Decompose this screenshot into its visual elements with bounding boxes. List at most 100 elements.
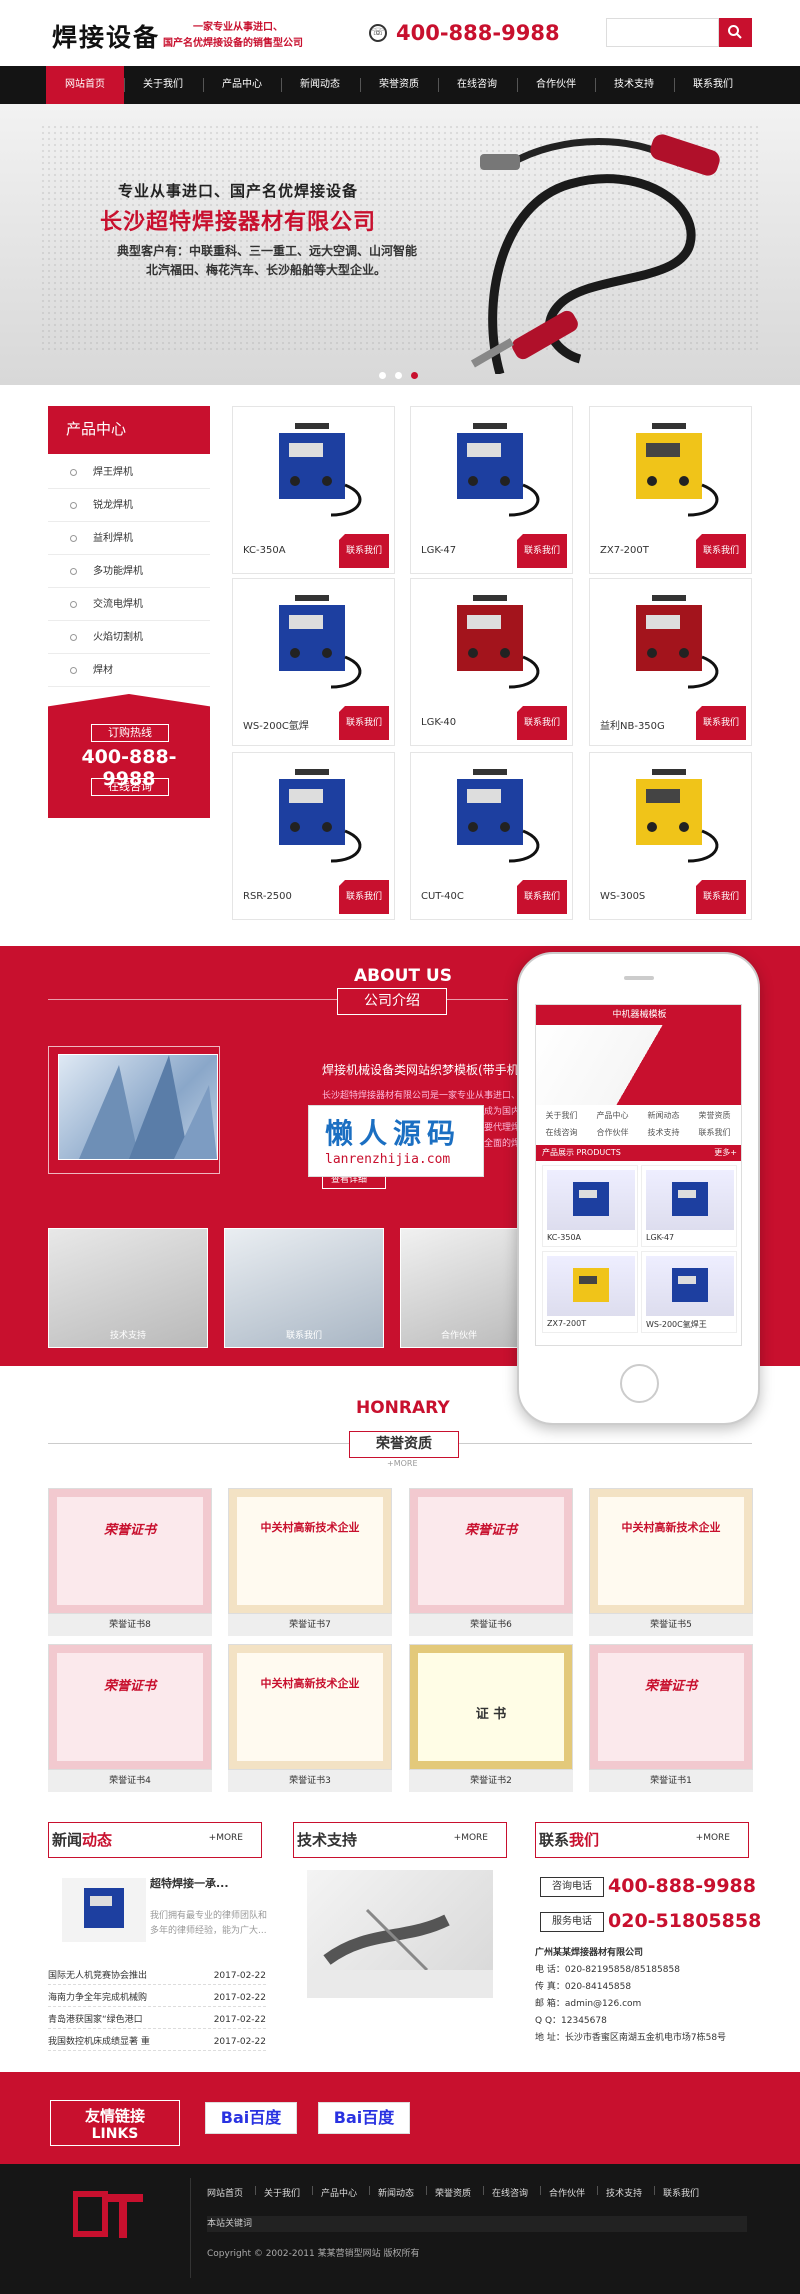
mobile-nav-item[interactable]: 关于我们 — [536, 1110, 587, 1121]
contact-us-button[interactable]: 联系我们 — [696, 534, 746, 568]
footer-nav-link[interactable]: 联系我们 — [663, 2186, 699, 2199]
nav-contact[interactable]: 联系我们 — [674, 66, 752, 104]
certificate-card[interactable]: 荣誉证书 荣誉证书6 — [409, 1488, 573, 1636]
mobile-product[interactable]: LGK-47 — [641, 1165, 737, 1247]
search-input[interactable] — [606, 18, 719, 47]
news-item-title: 我国数控机床成绩显著 重 — [48, 2037, 150, 2047]
contact-us-button[interactable]: 联系我们 — [517, 706, 567, 740]
news-item[interactable]: 国际无人机竞赛协会推出 2017-02-22 — [48, 1967, 266, 1985]
nav-news[interactable]: 新闻动态 — [281, 66, 359, 104]
online-consult-button[interactable]: 在线咨询 — [91, 778, 169, 796]
link-baidu[interactable]: Bai百度 — [205, 2102, 297, 2134]
mobile-nav-item[interactable]: 技术支持 — [638, 1127, 689, 1138]
sidebar-item[interactable]: 焊材 — [48, 654, 210, 687]
site-logo[interactable]: 焊接设备 — [52, 18, 160, 54]
mobile-product[interactable]: WS-200C氩焊王 — [641, 1251, 737, 1333]
about-heading[interactable]: 焊接机械设备类网站织梦模板(带手机端) — [322, 1061, 535, 1078]
sidebar-item[interactable]: 火焰切割机 — [48, 621, 210, 654]
contact-us-button[interactable]: 联系我们 — [517, 880, 567, 914]
slide-dot[interactable] — [395, 372, 402, 379]
mobile-product[interactable]: ZX7-200T — [542, 1251, 638, 1333]
link-baidu[interactable]: Bai百度 — [318, 2102, 410, 2134]
mobile-nav-item[interactable]: 新闻动态 — [638, 1110, 689, 1121]
product-card[interactable]: LGK-47 联系我们 — [410, 406, 573, 574]
tech-image[interactable] — [307, 1870, 493, 1998]
certificate-card[interactable]: 证 书荣誉证书2 — [409, 1644, 573, 1792]
mobile-nav-item[interactable]: 产品中心 — [587, 1110, 638, 1121]
nav-products[interactable]: 产品中心 — [203, 66, 281, 104]
certificate-card[interactable]: 荣誉证书 荣誉证书4 — [48, 1644, 212, 1792]
contact-us-button[interactable]: 联系我们 — [517, 534, 567, 568]
contact-us-button[interactable]: 联系我们 — [696, 706, 746, 740]
contact-us-button[interactable]: 联系我们 — [339, 534, 389, 568]
product-card[interactable]: 益利NB-350G 联系我们 — [589, 578, 752, 746]
product-card[interactable]: LGK-40 联系我们 — [410, 578, 573, 746]
page: 焊接设备 一家专业从事进口、 国产名优焊接设备的销售型公司 ☏ 400-888-… — [0, 0, 800, 2294]
certificate-heading: 荣誉证书 — [103, 1523, 156, 1538]
slide-dot-active[interactable] — [411, 372, 418, 379]
nav-consult[interactable]: 在线咨询 — [438, 66, 516, 104]
news-item-date: 2017-02-22 — [213, 1993, 266, 2003]
honor-more-link[interactable]: +MORE — [387, 1459, 418, 1468]
welder-graphic — [636, 423, 719, 517]
contact-us-button[interactable]: 联系我们 — [696, 880, 746, 914]
footer-nav-link[interactable]: 荣誉资质 — [435, 2186, 471, 2199]
slide-dot[interactable] — [379, 372, 386, 379]
sidebar-item[interactable]: 多功能焊机 — [48, 555, 210, 588]
nav-partners[interactable]: 合作伙伴 — [517, 66, 595, 104]
search-button[interactable] — [719, 18, 752, 47]
photo-contact[interactable]: 联系我们 — [224, 1228, 384, 1348]
sidebar-item[interactable]: 交流电焊机 — [48, 588, 210, 621]
sidebar-item[interactable]: 益利焊机 — [48, 522, 210, 555]
news-feature-image[interactable] — [62, 1878, 146, 1942]
mobile-header: 中机器械模板 — [536, 1005, 741, 1025]
product-card[interactable]: RSR-2500 联系我们 — [232, 752, 395, 920]
footer-nav-link[interactable]: 网站首页 — [207, 2186, 243, 2199]
mobile-product[interactable]: KC-350A — [542, 1165, 638, 1247]
news-more-link[interactable]: +MORE — [209, 1833, 243, 1843]
footer-nav-link[interactable]: 在线咨询 — [492, 2186, 528, 2199]
sidebar-item[interactable]: 锐龙焊机 — [48, 489, 210, 522]
contact-more-link[interactable]: +MORE — [696, 1833, 730, 1843]
certificate-card[interactable]: 荣誉证书 荣誉证书1 — [589, 1644, 753, 1792]
certificate-card[interactable]: 中关村高新技术企业 荣誉证书7 — [228, 1488, 392, 1636]
nav-tech[interactable]: 技术支持 — [595, 66, 673, 104]
footer-nav-link[interactable]: 新闻动态 — [378, 2186, 414, 2199]
photo-tech-support[interactable]: 技术支持 — [48, 1228, 208, 1348]
nav-home[interactable]: 网站首页 — [46, 66, 124, 104]
news-feature-title[interactable]: 超特焊接一承... — [150, 1875, 229, 1891]
mobile-nav-item[interactable]: 合作伙伴 — [587, 1127, 638, 1138]
mobile-nav-item[interactable]: 在线咨询 — [536, 1127, 587, 1138]
contact-us-button[interactable]: 联系我们 — [339, 706, 389, 740]
product-card[interactable]: KC-350A 联系我们 — [232, 406, 395, 574]
certificate-card[interactable]: 中关村高新技术企业 荣誉证书3 — [228, 1644, 392, 1792]
mobile-nav-item[interactable]: 联系我们 — [689, 1127, 740, 1138]
contact-address: 地 址：长沙市香蜜区南湖五金机电市场7栋58号 — [535, 2033, 727, 2043]
news-item[interactable]: 海南力争全年完成机械购 2017-02-22 — [48, 1989, 266, 2007]
footer-nav-link[interactable]: 合作伙伴 — [549, 2186, 585, 2199]
product-card[interactable]: WS-300S 联系我们 — [589, 752, 752, 920]
product-card[interactable]: CUT-40C 联系我们 — [410, 752, 573, 920]
nav-honor[interactable]: 荣誉资质 — [360, 66, 438, 104]
certificate-card[interactable]: 中关村高新技术企业 荣誉证书5 — [589, 1488, 753, 1636]
mobile-more-link[interactable]: 更多+ — [714, 1145, 737, 1161]
contact-us-button[interactable]: 联系我们 — [339, 880, 389, 914]
product-card[interactable]: WS-200C氩焊 联系我们 — [232, 578, 395, 746]
contact-header: 联系我们 +MORE — [535, 1822, 749, 1858]
footer-nav-link[interactable]: 技术支持 — [606, 2186, 642, 2199]
arrow-icon — [70, 535, 77, 542]
photo-partners[interactable]: 合作伙伴 — [400, 1228, 518, 1348]
footer-nav-link[interactable]: 关于我们 — [264, 2186, 300, 2199]
product-name: KC-350A — [243, 545, 286, 556]
sidebar-item[interactable]: 焊王焊机 — [48, 456, 210, 489]
nav-about[interactable]: 关于我们 — [124, 66, 202, 104]
news-item[interactable]: 我国数控机床成绩显著 重 2017-02-22 — [48, 2033, 266, 2051]
footer-nav-link[interactable]: 产品中心 — [321, 2186, 357, 2199]
certificate-card[interactable]: 荣誉证书 荣誉证书8 — [48, 1488, 212, 1636]
product-card[interactable]: ZX7-200T 联系我们 — [589, 406, 752, 574]
news-item[interactable]: 青岛港获国家“绿色港口 2017-02-22 — [48, 2011, 266, 2029]
contact-qq: Q Q：12345678 — [535, 2016, 607, 2026]
hero-banner[interactable]: 专业从事进口、国产名优焊接设备 长沙超特焊接器材有限公司 典型客户有：中联重科、… — [0, 104, 800, 385]
mobile-nav-item[interactable]: 荣誉资质 — [689, 1110, 740, 1121]
tech-more-link[interactable]: +MORE — [454, 1833, 488, 1843]
